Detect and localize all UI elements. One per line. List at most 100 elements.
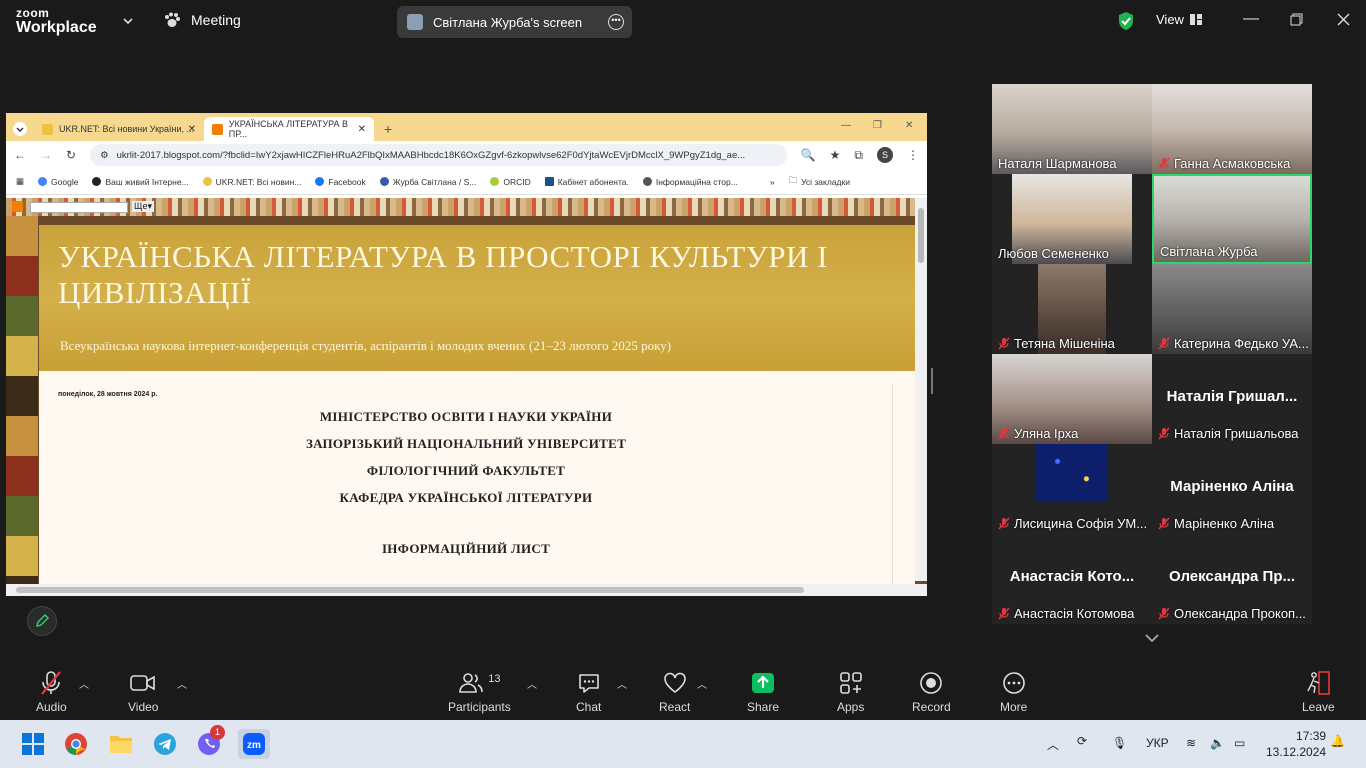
react-options-caret-icon[interactable]: ︿ — [697, 676, 707, 691]
site-info-icon[interactable]: ⚙ — [100, 150, 109, 161]
browser-tab-active[interactable]: УКРАЇНСЬКА ЛІТЕРАТУРА В ПР... ✕ — [204, 117, 374, 141]
audio-options-caret-icon[interactable]: ︿ — [79, 676, 89, 691]
blog-more-menu[interactable]: Ще▾ — [132, 201, 154, 212]
participant-name: Катерина Федько УА... — [1174, 336, 1309, 351]
participant-tile[interactable]: Любов Семененко — [992, 174, 1152, 264]
chat-options-caret-icon[interactable]: ︿ — [617, 676, 627, 691]
volume-icon[interactable]: 🔈 — [1210, 736, 1225, 750]
notifications-bell-icon[interactable]: 🔔 — [1330, 734, 1345, 748]
back-icon[interactable]: ← — [14, 148, 26, 162]
forward-icon[interactable]: → — [40, 148, 52, 162]
annotate-pencil-button[interactable] — [27, 606, 57, 636]
microphone-icon[interactable]: 🎙 — [1112, 736, 1127, 750]
bookmark-item[interactable]: UKR.NET: Всі новин... — [202, 177, 301, 187]
scroll-thumb[interactable] — [918, 208, 924, 263]
chat-icon — [578, 674, 599, 693]
bookmark-item[interactable]: ORCID — [490, 177, 531, 187]
blog-search-input[interactable] — [30, 202, 128, 213]
meeting-menu[interactable]: Meeting — [163, 12, 241, 28]
participants-button[interactable]: 13 Participants — [448, 670, 511, 714]
participant-tile[interactable]: Олександра Пр... Олександра Прокоп... — [1152, 534, 1312, 624]
chevron-right-icon[interactable]: » — [770, 177, 775, 187]
restore-icon[interactable] — [1290, 13, 1303, 26]
record-button[interactable]: Record — [912, 670, 951, 714]
url-input[interactable]: ⚙ ukrlit-2017.blogspot.com/?fbclid=IwY2x… — [90, 144, 787, 166]
input-language[interactable]: УКР — [1146, 736, 1169, 750]
blogger-icon[interactable] — [12, 201, 23, 212]
post-line: КАФЕДРА УКРАЇНСЬКОЇ ЛІТЕРАТУРИ — [339, 490, 593, 505]
participants-options-caret-icon[interactable]: ︿ — [527, 676, 537, 691]
minimize-icon[interactable]: — — [841, 120, 851, 131]
restore-icon[interactable]: ❐ — [873, 120, 882, 131]
apps-label: Apps — [837, 700, 865, 714]
bookmark-item[interactable]: Журба Світлана / S... — [379, 177, 476, 187]
participant-tile[interactable]: Маріненко Аліна Маріненко Аліна — [1152, 444, 1312, 534]
close-icon[interactable]: ✕ — [905, 120, 913, 131]
reload-icon[interactable]: ↻ — [66, 148, 76, 162]
apps-grid-icon[interactable]: ▦ — [16, 176, 24, 187]
participant-tile[interactable]: Лисицина Софія УМ... — [992, 444, 1152, 534]
zoom-app-icon[interactable]: zm — [238, 729, 270, 759]
participant-tile[interactable]: Ганна Асмаковська — [1152, 84, 1312, 174]
minimize-icon[interactable]: — — [1243, 10, 1259, 28]
leave-button[interactable]: Leave — [1302, 670, 1335, 714]
chevron-down-icon[interactable] — [122, 15, 134, 27]
participant-tile[interactable]: Анастасія Кото... Анастасія Котомова — [992, 534, 1152, 624]
new-tab-icon[interactable]: + — [384, 121, 392, 137]
blog-title[interactable]: УКРАЇНСЬКА ЛІТЕРАТУРА В ПРОСТОРІ КУЛЬТУР… — [58, 239, 898, 311]
participant-tile[interactable]: Тетяна Мішеніна — [992, 264, 1152, 354]
battery-icon[interactable]: ▭ — [1234, 736, 1245, 750]
participant-tile[interactable]: Катерина Федько УА... — [1152, 264, 1312, 354]
close-icon[interactable]: ✕ — [358, 124, 366, 135]
panel-resize-handle[interactable] — [931, 368, 933, 394]
scroll-thumb[interactable] — [16, 587, 804, 593]
close-icon[interactable]: ✕ — [188, 124, 196, 135]
close-icon[interactable] — [1337, 13, 1350, 26]
telegram-icon[interactable] — [150, 729, 180, 759]
participant-display-name: Анастасія Кото... — [1009, 568, 1135, 585]
file-explorer-icon[interactable] — [106, 729, 136, 759]
mic-muted-icon — [998, 337, 1010, 350]
zoom-lens-icon[interactable]: 🔍 — [801, 148, 816, 162]
blogger-icon — [212, 123, 223, 135]
participant-tile[interactable]: Наталя Шарманова — [992, 84, 1152, 174]
menu-icon[interactable]: ⋮ — [907, 148, 919, 162]
horizontal-scrollbar[interactable] — [6, 584, 927, 596]
system-clock[interactable]: 17:39 13.12.2024 — [1266, 728, 1326, 760]
shared-screen: UKR.NET: Всі новини України, ... ✕ УКРАЇ… — [6, 113, 927, 596]
bookmark-item[interactable]: Facebook — [315, 177, 366, 187]
audio-button[interactable]: Audio — [36, 670, 67, 714]
wifi-icon[interactable]: ≋ — [1186, 736, 1196, 750]
more-button[interactable]: More — [1000, 670, 1027, 714]
apps-button[interactable]: Apps — [837, 670, 864, 714]
profile-avatar[interactable]: S — [877, 147, 893, 163]
video-options-caret-icon[interactable]: ︿ — [177, 676, 187, 691]
participant-tile[interactable]: Наталія Гришал... Наталія Гришальова — [1152, 354, 1312, 444]
tab-list-icon[interactable] — [12, 121, 28, 137]
chrome-icon[interactable] — [61, 729, 91, 759]
extensions-icon[interactable]: ⧉ — [854, 148, 863, 163]
video-button[interactable]: Video — [128, 670, 158, 714]
browser-tab[interactable]: UKR.NET: Всі новини України, ... ✕ — [34, 117, 204, 141]
bookmark-item[interactable]: Кабінет абонента. — [544, 177, 629, 187]
vertical-scrollbar[interactable] — [915, 198, 927, 581]
share-button[interactable]: Share — [747, 670, 779, 714]
shield-check-icon[interactable] — [1117, 11, 1135, 31]
star-icon[interactable]: ★ — [830, 148, 841, 162]
tray-overflow-chevron-icon[interactable]: ︿ — [1047, 736, 1059, 753]
react-button[interactable]: React — [659, 670, 690, 714]
bookmark-item[interactable]: Інформаційна стор... — [642, 177, 738, 187]
bookmark-item[interactable]: Google — [38, 177, 78, 187]
chevron-down-icon[interactable] — [1143, 632, 1161, 644]
view-button[interactable]: View — [1156, 12, 1202, 27]
more-icon[interactable]: ••• — [608, 14, 624, 30]
viber-icon[interactable]: 1 — [194, 725, 225, 759]
sync-icon[interactable]: ⟳ — [1077, 734, 1087, 748]
windows-start-icon[interactable] — [18, 729, 48, 759]
screen-share-indicator[interactable]: Світлана Журба's screen ••• — [397, 6, 632, 38]
all-bookmarks[interactable]: 🗀 Усі закладки — [789, 175, 850, 189]
bookmark-item[interactable]: Ваш живий Інтерне... — [92, 177, 189, 187]
participant-tile[interactable]: Світлана Журба — [1152, 174, 1312, 264]
chat-button[interactable]: Chat — [576, 670, 601, 714]
participant-tile[interactable]: Уляна Ірха — [992, 354, 1152, 444]
